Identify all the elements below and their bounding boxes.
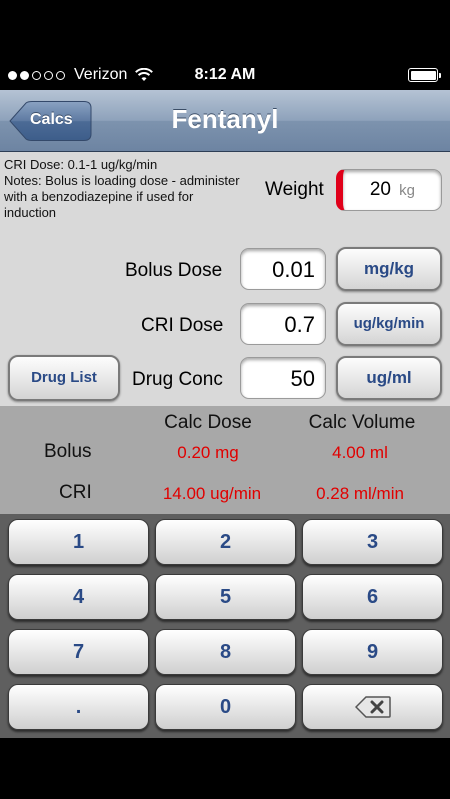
key-6[interactable]: 6 <box>302 574 443 620</box>
bolus-dose-input[interactable]: 0.01 <box>240 248 326 290</box>
status-bar: Verizon 8:12 AM <box>0 0 450 90</box>
drug-notes: CRI Dose: 0.1-1 ug/kg/min Notes: Bolus i… <box>4 157 244 221</box>
cri-dose-input[interactable]: 0.7 <box>240 303 326 345</box>
usage-note: Notes: Bolus is loading dose - administe… <box>4 173 240 220</box>
cri-unit-label: ug/kg/min <box>353 315 425 332</box>
backspace-key[interactable] <box>302 684 443 730</box>
back-button-label: Calcs <box>30 111 73 128</box>
drug-conc-input[interactable]: 50 <box>240 357 326 399</box>
bolus-unit-button[interactable]: mg/kg <box>336 247 442 291</box>
key-5[interactable]: 5 <box>155 574 296 620</box>
backspace-icon <box>354 696 391 718</box>
cri-dose-note: CRI Dose: 0.1-1 ug/kg/min <box>4 157 158 172</box>
bolus-calc-dose: 0.20 mg <box>177 443 239 462</box>
key-7[interactable]: 7 <box>8 629 149 675</box>
weight-input[interactable]: 20 kg <box>336 169 442 211</box>
cri-dose-value: 0.7 <box>284 312 315 337</box>
status-time: 8:12 AM <box>194 66 256 83</box>
key-0[interactable]: 0 <box>155 684 296 730</box>
bolus-dose-label: Bolus Dose <box>125 260 223 281</box>
key-8[interactable]: 8 <box>155 629 296 675</box>
back-button[interactable]: Calcs <box>8 101 92 141</box>
bottom-bar <box>0 738 450 799</box>
drug-conc-value: 50 <box>290 366 315 391</box>
numeric-keypad: 1 2 3 4 5 6 7 8 9 . 0 <box>0 514 450 738</box>
results-panel: Calc Dose Calc Volume Bolus 0.20 mg 4.00… <box>0 406 450 514</box>
bolus-result-label: Bolus <box>44 441 92 462</box>
cri-calc-volume: 0.28 ml/min <box>316 484 404 503</box>
bolus-calc-volume: 4.00 ml <box>332 443 388 462</box>
key-9[interactable]: 9 <box>302 629 443 675</box>
bolus-unit-label: mg/kg <box>363 259 415 278</box>
calc-volume-header: Calc Volume <box>308 412 416 433</box>
key-1[interactable]: 1 <box>8 519 149 565</box>
weight-label: Weight <box>265 179 324 200</box>
key-2[interactable]: 2 <box>155 519 296 565</box>
battery-icon <box>408 68 441 82</box>
conc-unit-label: ug/ml <box>366 368 412 387</box>
cri-dose-label: CRI Dose <box>141 315 224 336</box>
key-4[interactable]: 4 <box>8 574 149 620</box>
dose-form: CRI Dose: 0.1-1 ug/kg/min Notes: Bolus i… <box>0 152 450 406</box>
weight-unit: kg <box>399 182 415 199</box>
cri-unit-button[interactable]: ug/kg/min <box>336 302 442 346</box>
weight-value: 20 <box>369 179 391 200</box>
navigation-bar: Calcs Fentanyl <box>0 90 450 152</box>
conc-unit-button[interactable]: ug/ml <box>336 356 442 400</box>
drug-conc-label: Drug Conc <box>132 369 223 390</box>
drug-list-button[interactable]: Drug List <box>8 355 120 401</box>
cri-calc-dose: 14.00 ug/min <box>162 484 262 503</box>
page-title: Fentanyl <box>171 104 279 134</box>
key-3[interactable]: 3 <box>302 519 443 565</box>
cri-result-label: CRI <box>59 482 92 503</box>
calc-dose-header: Calc Dose <box>164 412 252 433</box>
key-decimal[interactable]: . <box>8 684 149 730</box>
bolus-dose-value: 0.01 <box>272 257 315 282</box>
